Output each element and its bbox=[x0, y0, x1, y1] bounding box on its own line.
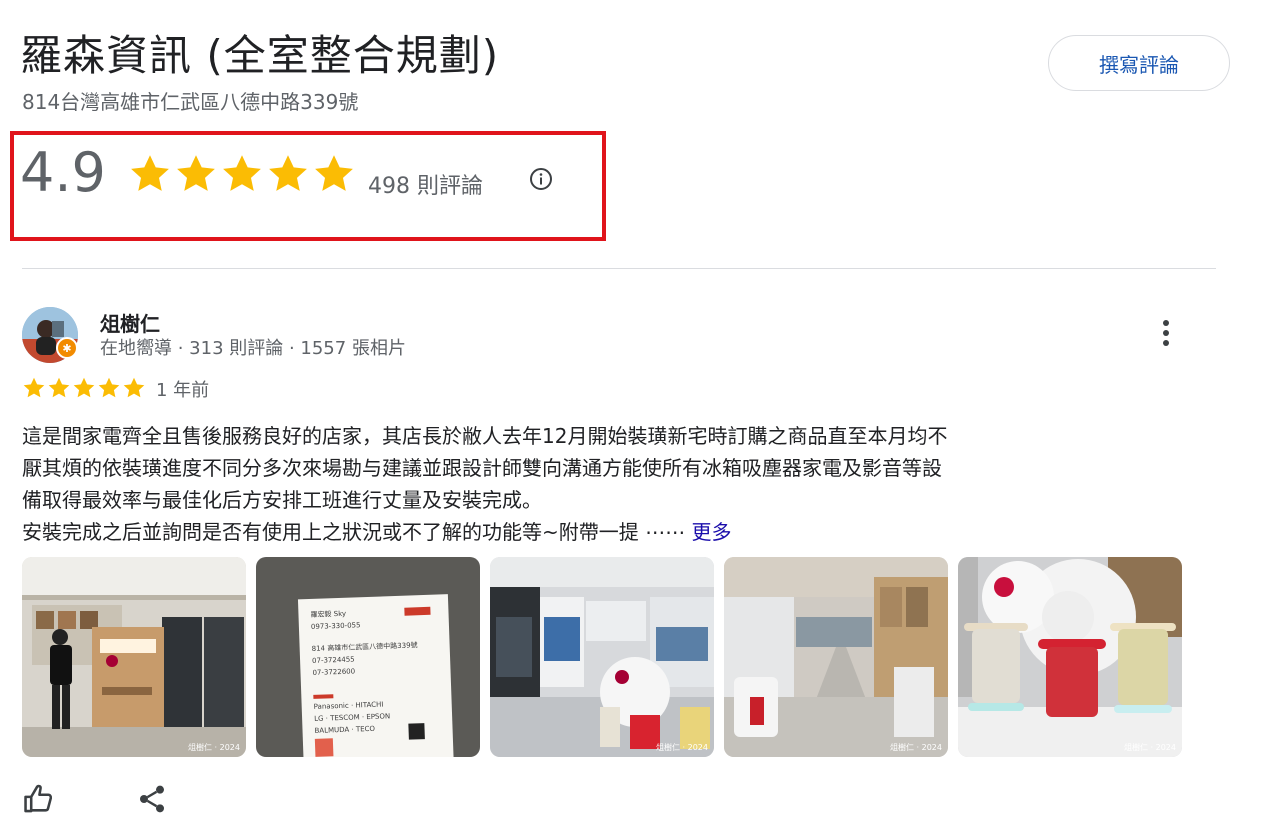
star-icon bbox=[131, 155, 169, 191]
info-icon[interactable] bbox=[529, 167, 553, 191]
star-icon bbox=[123, 377, 145, 398]
share-icon[interactable] bbox=[136, 783, 168, 815]
photo-business-card[interactable]: 羅宏毅 Sky 0973-330-055 814 高雄市仁武區八德中路339號 … bbox=[256, 557, 480, 757]
star-icon bbox=[269, 155, 307, 191]
review-text-line: 備取得最效率与最佳化后方安排工班進行丈量及安裝完成。 bbox=[22, 488, 542, 512]
photo-store-aisle[interactable]: 俎樹仁 · 2024 bbox=[724, 557, 948, 757]
star-icon bbox=[73, 377, 95, 398]
more-options-icon[interactable] bbox=[1152, 316, 1180, 350]
reviewer-name[interactable]: 俎樹仁 bbox=[100, 308, 160, 337]
star-icon bbox=[48, 377, 70, 398]
card-line: 07-3724455 bbox=[312, 655, 355, 664]
more-link[interactable]: 更多 bbox=[691, 520, 731, 544]
rating-stars bbox=[128, 152, 356, 196]
review-text-line: 安裝完成之后並詢問是否有使用上之狀況或不了解的功能等~附帶一提 ⋯⋯ bbox=[22, 520, 692, 544]
place-address: 814台灣高雄市仁武區八德中路339號 bbox=[22, 90, 359, 114]
review-text-line: 厭其煩的依裝璜進度不同分多次來場勘与建議並跟設計師雙向溝通方能使所有冰箱吸塵器家… bbox=[22, 456, 942, 480]
photo-store-interior[interactable]: 俎樹仁 · 2024 bbox=[490, 557, 714, 757]
review-stars bbox=[22, 376, 146, 400]
card-line: 羅宏毅 Sky bbox=[310, 609, 346, 619]
star-icon bbox=[223, 155, 261, 191]
thumbs-up-icon[interactable] bbox=[22, 782, 56, 816]
photo-credit: 俎樹仁 · 2024 bbox=[656, 743, 708, 752]
review-text: 這是間家電齊全且售後服務良好的店家，其店長於敝人去年12月開始裝璜新宅時訂購之商… bbox=[22, 420, 1222, 548]
write-review-button[interactable]: 撰寫評論 bbox=[1048, 35, 1230, 91]
place-title: 羅森資訊 (全室整合規劃) bbox=[20, 31, 500, 80]
photo-credit: 俎樹仁 · 2024 bbox=[1124, 743, 1176, 752]
review-count[interactable]: 498 則評論 bbox=[368, 168, 483, 200]
review-text-line: 這是間家電齊全且售後服務良好的店家，其店長於敝人去年12月開始裝璜新宅時訂購之商… bbox=[22, 424, 948, 448]
photo-credit: 俎樹仁 · 2024 bbox=[890, 743, 942, 752]
star-icon bbox=[177, 155, 215, 191]
reviewer-meta: 在地嚮導 · 313 則評論 · 1557 張相片 bbox=[100, 338, 406, 359]
review-time: 1 年前 bbox=[156, 380, 210, 401]
section-divider bbox=[22, 268, 1216, 269]
card-line: 07-3722600 bbox=[312, 667, 355, 676]
star-icon bbox=[23, 377, 45, 398]
review-photos: 俎樹仁 · 2024 羅宏毅 Sky 0973-330-055 814 高雄市仁… bbox=[22, 557, 1182, 757]
star-icon bbox=[98, 377, 120, 398]
rating-value: 4.9 bbox=[20, 141, 106, 204]
photo-lg-purifier-display[interactable]: 俎樹仁 · 2024 bbox=[958, 557, 1182, 757]
star-icon bbox=[315, 155, 353, 191]
review-text-line-last: 安裝完成之后並詢問是否有使用上之狀況或不了解的功能等~附帶一提 ⋯⋯ 更多 bbox=[22, 516, 1222, 548]
photo-store-refrigerator[interactable]: 俎樹仁 · 2024 bbox=[22, 557, 246, 757]
photo-credit: 俎樹仁 · 2024 bbox=[188, 743, 240, 752]
local-guide-badge-icon: ✱ bbox=[56, 337, 78, 359]
